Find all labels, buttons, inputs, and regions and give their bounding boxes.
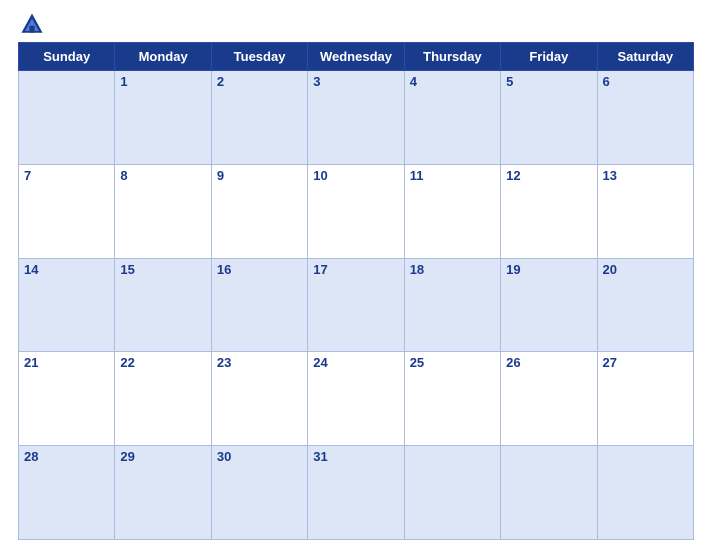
calendar-day-20: 20 [597, 258, 693, 352]
calendar-day-27: 27 [597, 352, 693, 446]
calendar-week-row: 1 2 3 4 5 6 [19, 71, 694, 165]
day-number: 13 [603, 168, 617, 183]
calendar-day-3: 3 [308, 71, 404, 165]
calendar-day-12: 12 [501, 164, 597, 258]
calendar-day-5: 5 [501, 71, 597, 165]
calendar-day-10: 10 [308, 164, 404, 258]
day-number: 7 [24, 168, 31, 183]
day-number: 22 [120, 355, 134, 370]
calendar-day-31: 31 [308, 446, 404, 540]
weekday-header-tuesday: Tuesday [211, 43, 307, 71]
weekday-header-saturday: Saturday [597, 43, 693, 71]
day-number: 29 [120, 449, 134, 464]
calendar-week-row: 14 15 16 17 18 19 20 [19, 258, 694, 352]
day-number: 31 [313, 449, 327, 464]
day-number: 24 [313, 355, 327, 370]
day-number: 25 [410, 355, 424, 370]
weekday-header-friday: Friday [501, 43, 597, 71]
day-number: 19 [506, 262, 520, 277]
weekday-header-wednesday: Wednesday [308, 43, 404, 71]
calendar-day-13: 13 [597, 164, 693, 258]
calendar-day-8: 8 [115, 164, 211, 258]
day-number: 23 [217, 355, 231, 370]
day-number: 28 [24, 449, 38, 464]
day-number: 15 [120, 262, 134, 277]
day-number: 4 [410, 74, 417, 89]
day-number: 8 [120, 168, 127, 183]
calendar-day-17: 17 [308, 258, 404, 352]
day-number: 1 [120, 74, 127, 89]
day-number: 11 [410, 168, 424, 183]
day-number: 27 [603, 355, 617, 370]
calendar-day-empty [19, 71, 115, 165]
calendar-day-29: 29 [115, 446, 211, 540]
day-number: 14 [24, 262, 38, 277]
calendar-day-19: 19 [501, 258, 597, 352]
day-number: 17 [313, 262, 327, 277]
calendar-day-14: 14 [19, 258, 115, 352]
calendar-day-7: 7 [19, 164, 115, 258]
calendar-day-9: 9 [211, 164, 307, 258]
day-number: 3 [313, 74, 320, 89]
calendar-day-16: 16 [211, 258, 307, 352]
weekday-header-sunday: Sunday [19, 43, 115, 71]
calendar-day-23: 23 [211, 352, 307, 446]
weekday-header-row: SundayMondayTuesdayWednesdayThursdayFrid… [19, 43, 694, 71]
top-bar [18, 10, 694, 38]
day-number: 20 [603, 262, 617, 277]
logo-icon [18, 10, 46, 38]
logo [18, 10, 50, 38]
calendar-day-11: 11 [404, 164, 500, 258]
calendar-week-row: 28 29 30 31 [19, 446, 694, 540]
calendar-day-22: 22 [115, 352, 211, 446]
calendar-day-empty [404, 446, 500, 540]
day-number: 2 [217, 74, 224, 89]
day-number: 21 [24, 355, 38, 370]
day-number: 26 [506, 355, 520, 370]
calendar-day-30: 30 [211, 446, 307, 540]
calendar-day-15: 15 [115, 258, 211, 352]
calendar-week-row: 7 8 9 10 11 12 13 [19, 164, 694, 258]
weekday-header-monday: Monday [115, 43, 211, 71]
calendar-day-18: 18 [404, 258, 500, 352]
calendar-day-28: 28 [19, 446, 115, 540]
calendar-table: SundayMondayTuesdayWednesdayThursdayFrid… [18, 42, 694, 540]
day-number: 9 [217, 168, 224, 183]
calendar-day-21: 21 [19, 352, 115, 446]
weekday-header-thursday: Thursday [404, 43, 500, 71]
day-number: 10 [313, 168, 327, 183]
day-number: 12 [506, 168, 520, 183]
day-number: 6 [603, 74, 610, 89]
calendar-day-empty [501, 446, 597, 540]
calendar-day-24: 24 [308, 352, 404, 446]
calendar-week-row: 21 22 23 24 25 26 27 [19, 352, 694, 446]
day-number: 18 [410, 262, 424, 277]
calendar-day-26: 26 [501, 352, 597, 446]
day-number: 16 [217, 262, 231, 277]
calendar-day-4: 4 [404, 71, 500, 165]
calendar-day-empty [597, 446, 693, 540]
day-number: 30 [217, 449, 231, 464]
calendar-day-25: 25 [404, 352, 500, 446]
calendar-day-2: 2 [211, 71, 307, 165]
day-number: 5 [506, 74, 513, 89]
calendar-day-6: 6 [597, 71, 693, 165]
calendar-day-1: 1 [115, 71, 211, 165]
